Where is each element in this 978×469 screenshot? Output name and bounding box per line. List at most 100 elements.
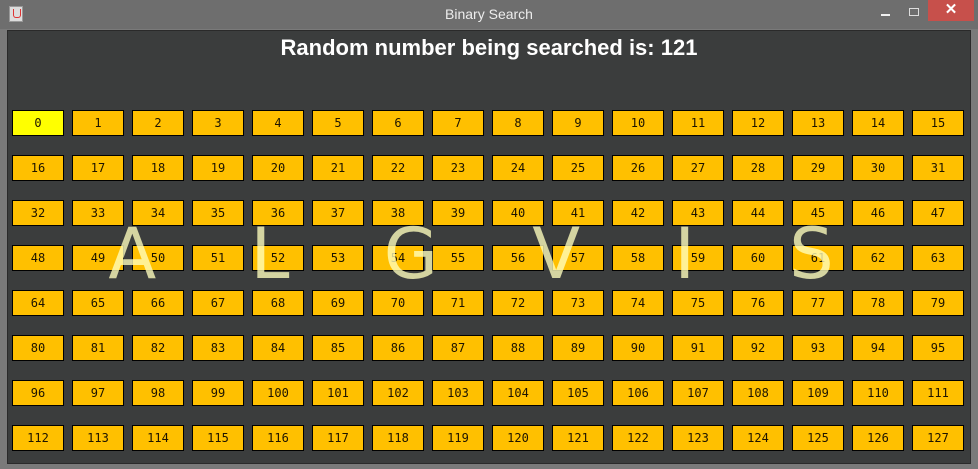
maximize-button[interactable] xyxy=(901,5,927,23)
number-cell: 88 xyxy=(492,335,544,361)
number-cell: 34 xyxy=(132,200,184,226)
number-cell: 64 xyxy=(12,290,64,316)
number-cell: 73 xyxy=(552,290,604,316)
number-cell: 89 xyxy=(552,335,604,361)
number-cell: 61 xyxy=(792,245,844,271)
number-cell: 101 xyxy=(312,380,364,406)
number-cell: 53 xyxy=(312,245,364,271)
number-cell: 72 xyxy=(492,290,544,316)
number-cell: 82 xyxy=(132,335,184,361)
number-cell: 80 xyxy=(12,335,64,361)
number-cell: 110 xyxy=(852,380,904,406)
number-cell: 29 xyxy=(792,155,844,181)
number-cell: 71 xyxy=(432,290,484,316)
number-cell: 5 xyxy=(312,110,364,136)
number-cell: 28 xyxy=(732,155,784,181)
number-cell: 103 xyxy=(432,380,484,406)
number-cell: 41 xyxy=(552,200,604,226)
number-cell: 38 xyxy=(372,200,424,226)
number-cell: 84 xyxy=(252,335,304,361)
number-cell: 59 xyxy=(672,245,724,271)
minimize-button[interactable] xyxy=(873,5,899,23)
number-cell: 76 xyxy=(732,290,784,316)
number-cell: 47 xyxy=(912,200,964,226)
number-cell: 20 xyxy=(252,155,304,181)
number-cell: 87 xyxy=(432,335,484,361)
number-cell: 118 xyxy=(372,425,424,451)
number-cell: 107 xyxy=(672,380,724,406)
number-cell: 35 xyxy=(192,200,244,226)
number-cell: 51 xyxy=(192,245,244,271)
number-cell: 56 xyxy=(492,245,544,271)
number-cell: 52 xyxy=(252,245,304,271)
number-cell: 63 xyxy=(912,245,964,271)
number-cell: 75 xyxy=(672,290,724,316)
content-panel: Random number being searched is: 121 012… xyxy=(7,30,971,464)
number-cell: 91 xyxy=(672,335,724,361)
number-cell: 42 xyxy=(612,200,664,226)
close-button[interactable]: ✕ xyxy=(928,0,974,21)
number-cell: 116 xyxy=(252,425,304,451)
number-cell: 111 xyxy=(912,380,964,406)
number-cell: 70 xyxy=(372,290,424,316)
number-cell: 0 xyxy=(12,110,64,136)
number-cell: 100 xyxy=(252,380,304,406)
number-cell: 74 xyxy=(612,290,664,316)
number-cell: 22 xyxy=(372,155,424,181)
number-cell: 96 xyxy=(12,380,64,406)
number-cell: 37 xyxy=(312,200,364,226)
number-cell: 11 xyxy=(672,110,724,136)
number-cell: 44 xyxy=(732,200,784,226)
number-cell: 15 xyxy=(912,110,964,136)
window-title: Binary Search xyxy=(445,6,533,22)
number-cell: 7 xyxy=(432,110,484,136)
number-cell: 94 xyxy=(852,335,904,361)
number-cell: 6 xyxy=(372,110,424,136)
number-cell: 112 xyxy=(12,425,64,451)
number-cell: 97 xyxy=(72,380,124,406)
number-cell: 67 xyxy=(192,290,244,316)
number-cell: 105 xyxy=(552,380,604,406)
number-cell: 124 xyxy=(732,425,784,451)
title-bar: Binary Search ✕ xyxy=(0,0,978,29)
number-cell: 83 xyxy=(192,335,244,361)
number-cell: 104 xyxy=(492,380,544,406)
number-cell: 55 xyxy=(432,245,484,271)
number-cell: 122 xyxy=(612,425,664,451)
number-cell: 109 xyxy=(792,380,844,406)
number-cell: 48 xyxy=(12,245,64,271)
number-cell: 32 xyxy=(12,200,64,226)
number-cell: 23 xyxy=(432,155,484,181)
number-cell: 78 xyxy=(852,290,904,316)
number-cell: 93 xyxy=(792,335,844,361)
number-cell: 46 xyxy=(852,200,904,226)
number-cell: 95 xyxy=(912,335,964,361)
number-cell: 121 xyxy=(552,425,604,451)
number-cell: 12 xyxy=(732,110,784,136)
number-cell: 2 xyxy=(132,110,184,136)
number-cell: 60 xyxy=(732,245,784,271)
number-grid: 0 1 2 3 4 5 6 7 8 9 10 11 12 13 14 15 16 17 18 19 20 21 22 23 24… xyxy=(12,110,964,451)
number-cell: 17 xyxy=(72,155,124,181)
number-cell: 90 xyxy=(612,335,664,361)
number-cell: 102 xyxy=(372,380,424,406)
number-cell: 25 xyxy=(552,155,604,181)
number-cell: 58 xyxy=(612,245,664,271)
number-cell: 115 xyxy=(192,425,244,451)
number-cell: 62 xyxy=(852,245,904,271)
number-cell: 9 xyxy=(552,110,604,136)
number-cell: 92 xyxy=(732,335,784,361)
number-cell: 117 xyxy=(312,425,364,451)
number-cell: 125 xyxy=(792,425,844,451)
number-cell: 119 xyxy=(432,425,484,451)
number-cell: 113 xyxy=(72,425,124,451)
number-cell: 68 xyxy=(252,290,304,316)
number-cell: 8 xyxy=(492,110,544,136)
number-cell: 114 xyxy=(132,425,184,451)
number-cell: 81 xyxy=(72,335,124,361)
number-cell: 54 xyxy=(372,245,424,271)
number-cell: 19 xyxy=(192,155,244,181)
number-cell: 18 xyxy=(132,155,184,181)
number-cell: 16 xyxy=(12,155,64,181)
number-cell: 39 xyxy=(432,200,484,226)
